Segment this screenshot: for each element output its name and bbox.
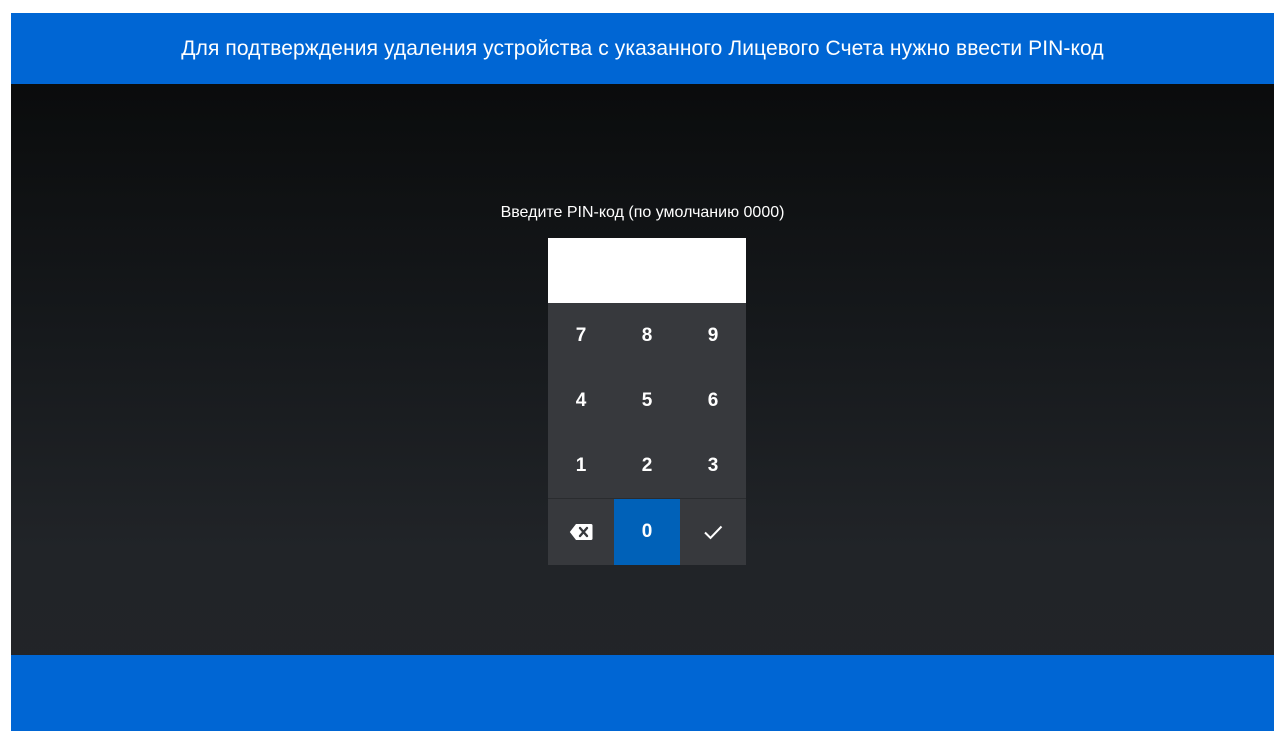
key-7[interactable]: 7: [548, 303, 614, 368]
keypad-row-1: 7 8 9: [548, 303, 746, 368]
pin-prompt: Введите PIN-код (по умолчанию 0000): [500, 204, 785, 221]
backspace-button[interactable]: [548, 499, 614, 565]
numeric-keypad: 7 8 9 4 5 6 1 2 3 0: [548, 303, 746, 565]
confirm-button[interactable]: [680, 499, 746, 565]
key-3[interactable]: 3: [680, 433, 746, 498]
key-9[interactable]: 9: [680, 303, 746, 368]
key-0[interactable]: 0: [614, 499, 680, 565]
checkmark-icon: [703, 524, 723, 540]
bottom-banner: [11, 655, 1274, 731]
tv-screen: Для подтверждения удаления устройства с …: [11, 13, 1274, 731]
key-6[interactable]: 6: [680, 368, 746, 433]
key-1[interactable]: 1: [548, 433, 614, 498]
key-8[interactable]: 8: [614, 303, 680, 368]
key-2[interactable]: 2: [614, 433, 680, 498]
keypad-row-3: 1 2 3: [548, 433, 746, 498]
pin-entry-panel: 7 8 9 4 5 6 1 2 3 0: [548, 238, 746, 565]
backspace-icon: [569, 523, 593, 541]
keypad-row-4: 0: [548, 498, 746, 565]
key-5[interactable]: 5: [614, 368, 680, 433]
confirmation-message: Для подтверждения удаления устройства с …: [181, 36, 1104, 60]
pin-input-field[interactable]: [548, 238, 746, 303]
top-banner: Для подтверждения удаления устройства с …: [11, 13, 1274, 84]
keypad-row-2: 4 5 6: [548, 368, 746, 433]
key-4[interactable]: 4: [548, 368, 614, 433]
